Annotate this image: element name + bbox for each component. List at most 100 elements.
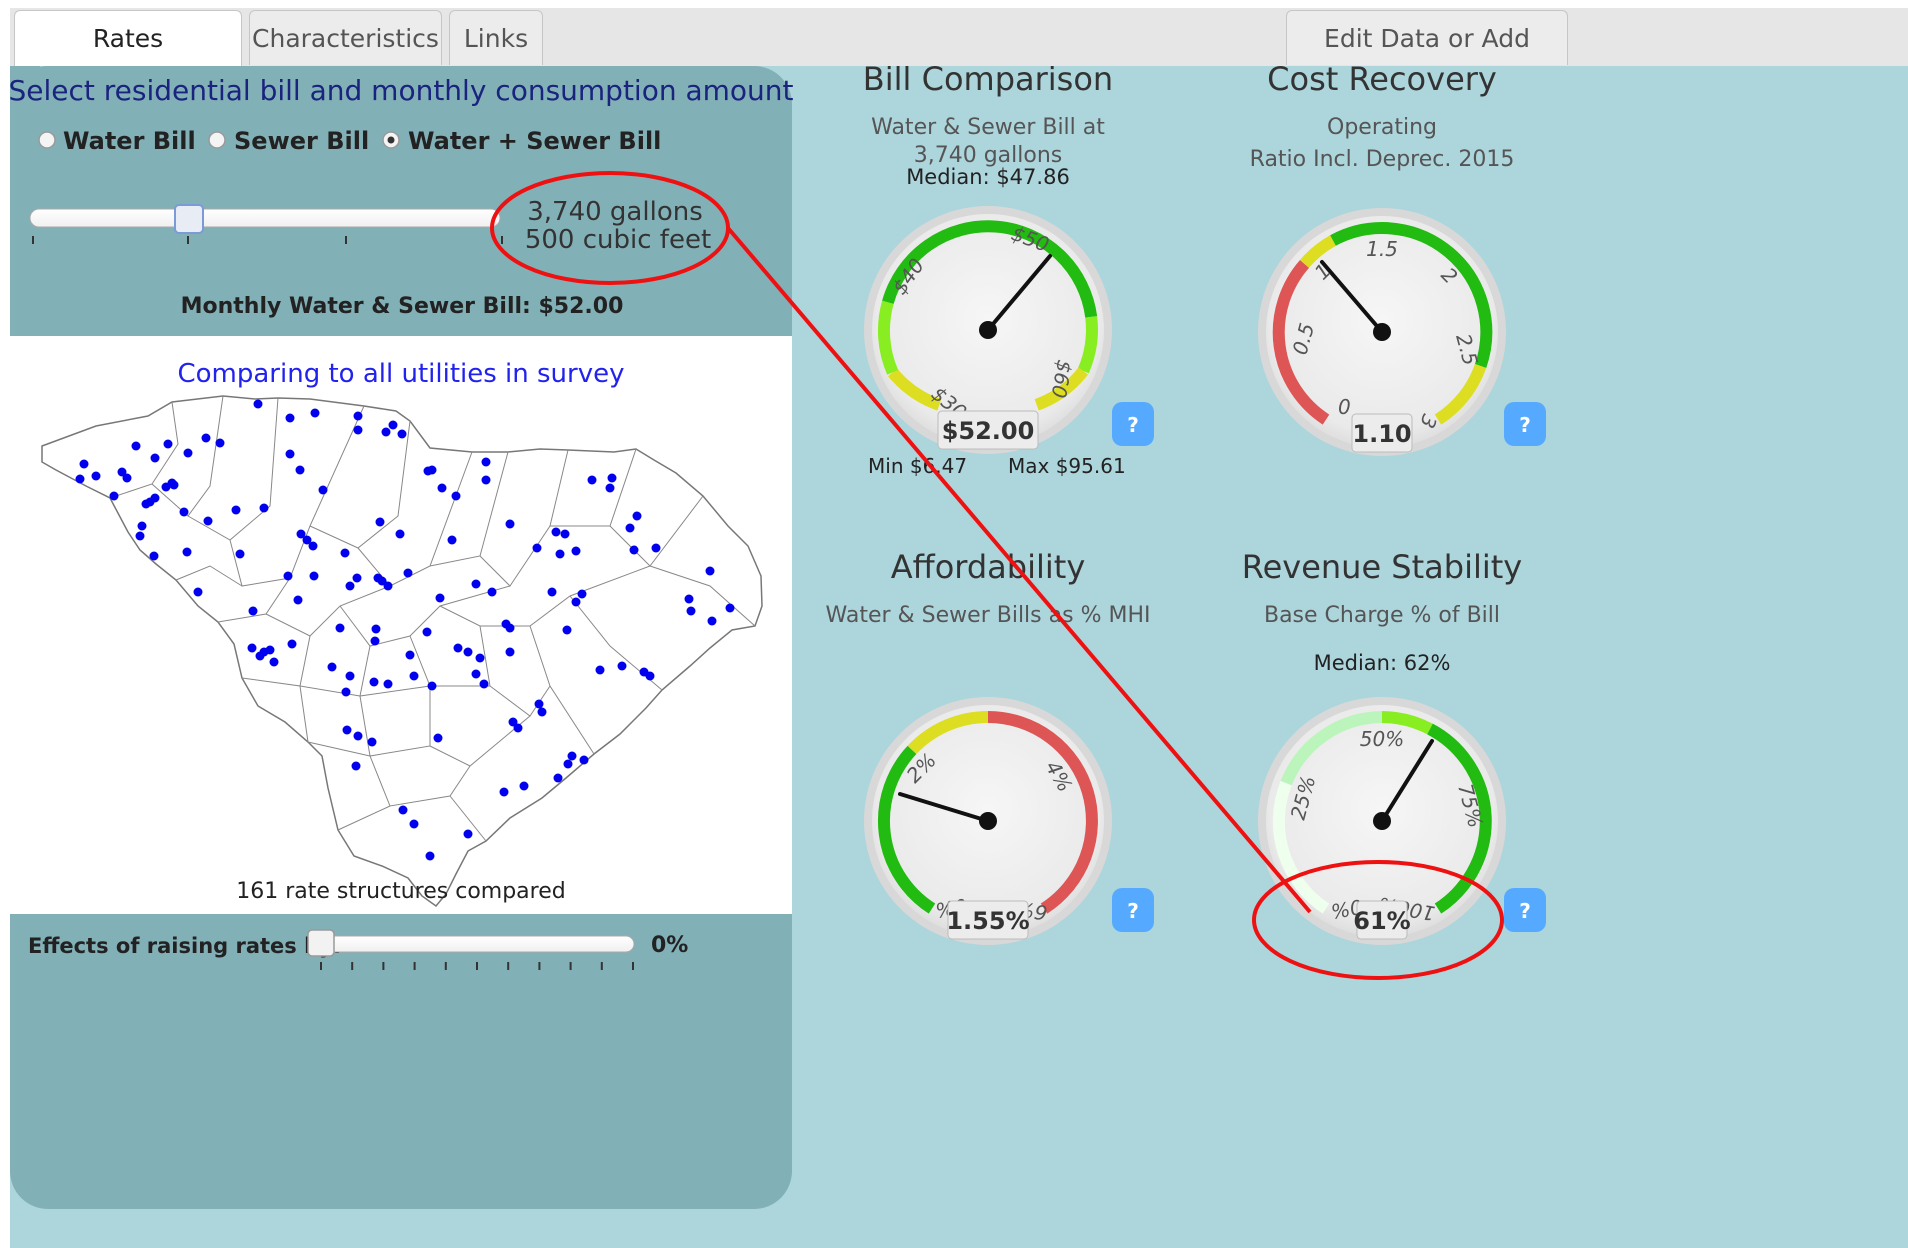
- utility-dot: [463, 647, 473, 657]
- radio-water-sewer-bill-label: Water + Sewer Bill: [408, 127, 661, 155]
- utility-dot: [163, 439, 173, 449]
- map-heading: Comparing to all utilities in survey: [177, 359, 624, 389]
- monthly-bill-readout: Monthly Water & Sewer Bill: $52.00: [181, 294, 624, 319]
- utility-dot: [513, 723, 523, 733]
- utility-dot: [435, 593, 445, 603]
- utility-dot: [499, 787, 509, 797]
- afford-help-icon: ?: [1127, 899, 1139, 923]
- radio-water-bill-label: Water Bill: [63, 127, 196, 155]
- bill-help-button[interactable]: ?: [1112, 402, 1154, 446]
- utility-dot: [353, 731, 363, 741]
- tab-characteristics[interactable]: Characteristics: [249, 10, 442, 65]
- revenue-help-icon: ?: [1519, 899, 1531, 923]
- revenue-gauge-median: Median: 62%: [1314, 651, 1451, 675]
- utility-dot: [353, 425, 363, 435]
- afford-gauge-value: 1.55%: [946, 907, 1029, 935]
- utility-dot: [398, 805, 408, 815]
- utility-dot: [571, 546, 581, 556]
- utility-dot: [479, 679, 489, 689]
- edit-data-button[interactable]: Edit Data or Add Utility: [1286, 10, 1568, 108]
- radio-water-bill[interactable]: Water Bill: [38, 127, 196, 155]
- cost-help-button[interactable]: ?: [1504, 402, 1546, 446]
- utility-dot: [537, 707, 547, 717]
- consumption-slider-handle[interactable]: [174, 204, 204, 234]
- utility-dot: [295, 465, 305, 475]
- revenue-gauge-sub1: Base Charge % of Bill: [1264, 603, 1500, 628]
- radio-sewer-bill[interactable]: Sewer Bill: [208, 127, 369, 155]
- utility-dot: [248, 606, 258, 616]
- utility-dot: [427, 681, 437, 691]
- revenue-help-button[interactable]: ?: [1504, 888, 1546, 932]
- utility-dot: [481, 475, 491, 485]
- utility-dot: [409, 819, 419, 829]
- utility-dot: [453, 643, 463, 653]
- utility-dot: [555, 549, 565, 559]
- tab-links[interactable]: Links: [449, 10, 543, 65]
- utility-dot: [409, 671, 419, 681]
- utility-dot: [353, 411, 363, 421]
- utility-dot: [370, 636, 380, 646]
- affordability-gauge: Affordability Water & Sewer Bills as % M…: [826, 548, 1151, 945]
- utility-dot: [534, 699, 544, 709]
- utility-dot: [193, 587, 203, 597]
- cost-tick-label: 0: [1338, 395, 1351, 419]
- cost-gauge-title: Cost Recovery: [1267, 66, 1497, 98]
- utility-dot: [481, 457, 491, 467]
- utility-dot: [340, 548, 350, 558]
- utility-dot: [79, 459, 89, 469]
- utility-dot: [269, 657, 279, 667]
- radio-water-sewer-bill[interactable]: Water + Sewer Bill: [382, 127, 661, 155]
- bill-gauge-max: Max $95.61: [1008, 454, 1126, 478]
- utility-dot: [235, 549, 245, 559]
- utility-dot: [551, 527, 561, 537]
- cost-gauge-sub1: Operating: [1327, 115, 1437, 140]
- bill-gauge-title: Bill Comparison: [863, 66, 1113, 98]
- utility-dot: [563, 759, 573, 769]
- tab-rates-comparison[interactable]: Rates Comparison: [14, 10, 242, 108]
- utility-dot: [519, 781, 529, 791]
- utility-dot: [725, 603, 735, 613]
- utility-dot: [91, 471, 101, 481]
- utility-dot: [707, 616, 717, 626]
- utility-dot: [505, 647, 515, 657]
- utility-dot: [150, 493, 160, 503]
- afford-help-button[interactable]: ?: [1112, 888, 1154, 932]
- utility-dot: [342, 725, 352, 735]
- utility-dot: [109, 491, 119, 501]
- utility-dot: [397, 429, 407, 439]
- cost-recovery-gauge: Cost Recovery Operating Ratio Incl. Depr…: [1250, 66, 1514, 456]
- utility-dot: [285, 413, 295, 423]
- utility-dot: [595, 665, 605, 675]
- utility-dot: [632, 511, 642, 521]
- utility-dot: [395, 529, 405, 539]
- cost-gauge-value: 1.10: [1352, 420, 1411, 448]
- utility-dot: [532, 543, 542, 553]
- dashboard-canvas: Select residential bill and monthly cons…: [10, 66, 1546, 1209]
- radio-sewer-bill-label: Sewer Bill: [234, 127, 369, 155]
- utility-dot: [405, 650, 415, 660]
- utility-dot: [560, 529, 570, 539]
- raise-rates-value: 0%: [651, 933, 688, 958]
- utility-dot: [259, 503, 269, 513]
- afford-gauge-sub1: Water & Sewer Bills as % MHI: [826, 603, 1151, 628]
- utility-dot: [383, 679, 393, 689]
- raise-rates-slider-handle[interactable]: [307, 929, 335, 957]
- utility-dot: [247, 643, 257, 653]
- utility-dot: [369, 677, 379, 687]
- utility-dot: [422, 627, 432, 637]
- main-area: Select residential bill and monthly cons…: [10, 66, 1908, 1248]
- utility-dot: [293, 595, 303, 605]
- utility-dot: [388, 420, 398, 430]
- utility-dot: [318, 485, 328, 495]
- revenue-tick-label: 50%: [1360, 727, 1404, 751]
- utility-dot: [231, 505, 241, 515]
- utility-dot: [625, 523, 635, 533]
- utility-dot: [383, 581, 393, 591]
- utility-dot: [341, 687, 351, 697]
- utility-dot: [122, 473, 132, 483]
- utility-dot: [433, 733, 443, 743]
- utility-dot: [471, 669, 481, 679]
- utility-dot: [149, 551, 159, 561]
- utility-dot: [367, 737, 377, 747]
- utility-dot: [137, 521, 147, 531]
